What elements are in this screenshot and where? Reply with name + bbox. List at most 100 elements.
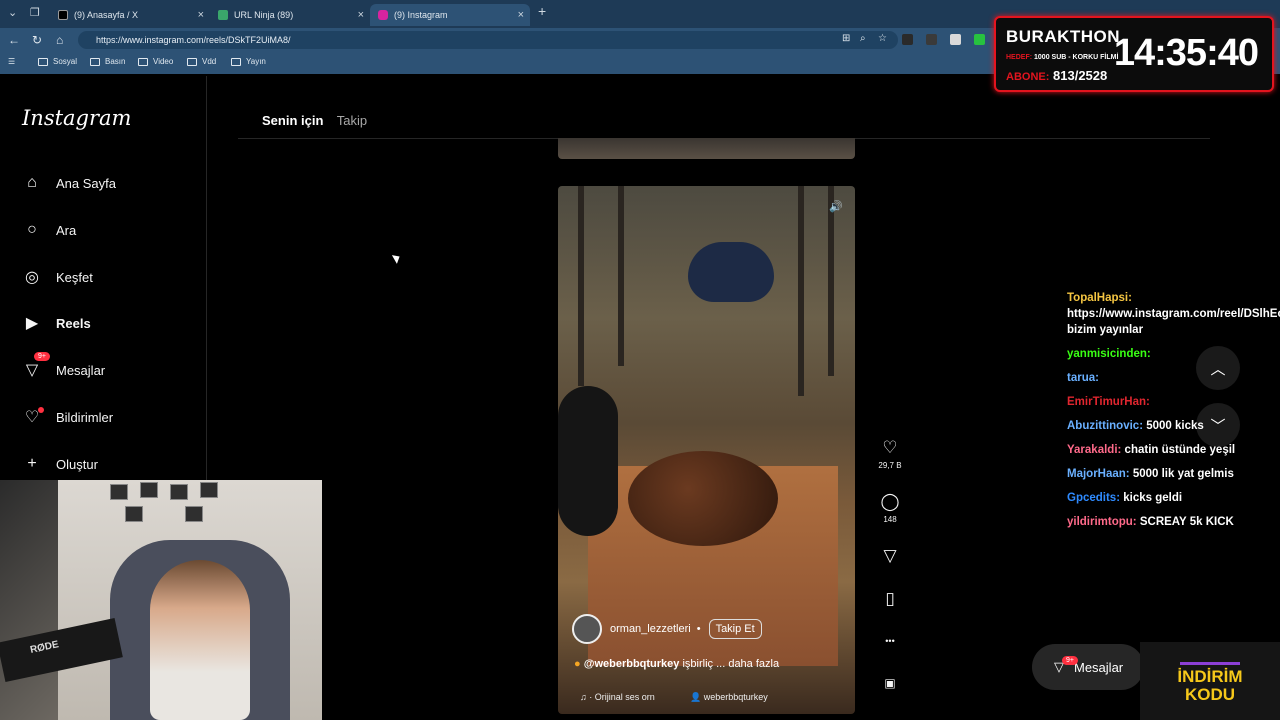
instagram-icon — [378, 10, 388, 20]
nav-messages[interactable]: ▽ Mesajlar 9+ — [22, 352, 106, 380]
chat-message: yildirimtopu: SCREAY 5k KICK — [1067, 514, 1267, 530]
picture-frame — [140, 482, 158, 498]
bookmark-label: Sosyal — [53, 57, 78, 66]
tab-instagram[interactable]: (9) Instagram × — [370, 4, 530, 26]
chat-text: kicks geldi — [1123, 492, 1183, 504]
tab-menu-icon[interactable]: ⌄ — [8, 6, 17, 19]
bookmark-folder[interactable]: Video — [138, 57, 173, 66]
subathon-timer: 14:35:40 — [1113, 32, 1259, 74]
url-input[interactable]: https://www.instagram.com/reels/DSkTF2Ui… — [78, 31, 898, 49]
collab-user[interactable]: @weberbbqturkey — [584, 658, 680, 670]
folder-icon — [231, 57, 241, 66]
chat-text: 5000 kicks — [1146, 420, 1204, 432]
bookmark-label: Basın — [105, 57, 126, 66]
tab-following[interactable]: Takip — [337, 113, 367, 128]
home-icon: ⌂ — [27, 174, 37, 191]
extension-icon[interactable] — [974, 34, 985, 45]
nav-label: Oluştur — [56, 456, 98, 472]
nav-label: Ara — [56, 222, 77, 238]
audio-thumbnail-icon[interactable]: ▣ — [872, 676, 908, 690]
chat-message: Abuzittinovic: 5000 kicks — [1067, 418, 1267, 434]
tab-title: (9) Instagram — [394, 10, 448, 20]
chat-username: Yarakaldi: — [1067, 444, 1125, 456]
close-tab-icon[interactable]: × — [198, 9, 204, 21]
subscriber-line: ABONE: 813/2528 — [1006, 68, 1107, 83]
tree — [578, 186, 584, 386]
more-options-icon[interactable]: ••• — [872, 636, 908, 646]
bookmarks-menu-icon[interactable]: ☰ — [8, 57, 15, 66]
save-bookmark-icon[interactable]: ▯ — [872, 589, 908, 609]
glove — [558, 386, 618, 536]
goal-label: HEDEF: — [1006, 54, 1033, 61]
extension-icon[interactable] — [950, 34, 961, 45]
bookmark-label: Vdd — [202, 57, 217, 66]
promo-line1: İNDİRİM — [1177, 667, 1243, 686]
favorite-star-icon[interactable]: ☆ — [878, 33, 887, 44]
messages-bar[interactable]: ▽ Mesajlar 9+ — [1032, 644, 1144, 690]
chat-username: EmirTimurHan: — [1067, 396, 1150, 408]
comment-button[interactable]: ◯ 148 — [872, 492, 908, 524]
zoom-icon[interactable]: ⌕ — [860, 33, 866, 44]
tab-for-you[interactable]: Senin için — [262, 113, 323, 128]
bookmark-folder[interactable]: Basın — [90, 57, 125, 66]
tab-x[interactable]: (9) Anasayfa / X × — [50, 4, 210, 26]
bookmark-label: Video — [153, 57, 174, 66]
chat-username: Gpcedits: — [1067, 492, 1124, 504]
nav-notifications[interactable]: ♡ Bildirimler — [22, 407, 113, 427]
instagram-logo[interactable]: Instagram — [22, 106, 131, 130]
reel-video[interactable]: 🔊 orman_lezzetleri • Takip Et ● @weberbb… — [558, 186, 855, 714]
reels-icon: ▶ — [25, 315, 39, 332]
grill — [688, 242, 774, 302]
close-tab-icon[interactable]: × — [358, 9, 364, 21]
chat-message: TopalHapsi: https://www.instagram.com/re… — [1067, 290, 1280, 338]
nav-label: Keşfet — [56, 269, 93, 285]
new-tab-button[interactable]: + — [538, 3, 546, 19]
tagged-user[interactable]: 👤 weberbbqturkey — [690, 692, 768, 703]
chat-text: chatin üstünde yeşil — [1124, 444, 1236, 456]
chat-username: MajorHaan: — [1067, 468, 1133, 480]
avatar[interactable] — [572, 614, 602, 644]
back-icon[interactable]: ← — [8, 33, 20, 47]
workspaces-icon[interactable]: ❐ — [30, 6, 40, 19]
close-tab-icon[interactable]: × — [518, 9, 524, 21]
person-icon: 👤 — [690, 692, 702, 702]
refresh-icon[interactable]: ↻ — [32, 33, 42, 47]
extension-icon[interactable] — [902, 34, 913, 45]
previous-reel[interactable] — [558, 138, 855, 159]
messenger-icon: ▽ — [25, 362, 39, 379]
like-button[interactable]: ♡ 29,7 B — [872, 438, 908, 470]
folder-icon — [138, 57, 148, 66]
home-icon[interactable]: ⌂ — [56, 33, 63, 47]
chat-username: tarua: — [1067, 372, 1099, 384]
messages-bar-label: Mesajlar — [1074, 659, 1124, 675]
nav-home[interactable]: ⌂ Ana Sayfa — [22, 173, 116, 193]
username[interactable]: orman_lezzetleri — [610, 623, 691, 635]
share-button[interactable]: ▽ — [872, 546, 908, 566]
bookmark-folder[interactable]: Sosyal — [38, 57, 77, 66]
search-icon: ○ — [27, 221, 37, 238]
extension-icon[interactable] — [926, 34, 937, 45]
nav-reels[interactable]: ▶ Reels — [22, 313, 91, 333]
subscriber-count: 813/2528 — [1053, 68, 1108, 83]
bookmark-folder[interactable]: Yayın — [231, 57, 266, 66]
app-icon[interactable]: ⊞ — [842, 33, 850, 44]
tab-title: (9) Anasayfa / X — [74, 10, 139, 20]
nav-explore[interactable]: ◎ Keşfet — [22, 267, 93, 287]
promo-line2: KODU — [1184, 685, 1236, 704]
nav-search[interactable]: ○ Ara — [22, 220, 76, 240]
stream-chat: TopalHapsi: https://www.instagram.com/re… — [1067, 290, 1280, 538]
folder-icon — [187, 57, 197, 66]
nav-label: Mesajlar — [56, 362, 106, 378]
plus-icon: + — [27, 455, 37, 472]
separator-dot: • — [696, 623, 701, 635]
streamer — [150, 560, 250, 720]
audio-info[interactable]: ♫ · Orijinal ses orn — [580, 692, 655, 702]
bookmark-folder[interactable]: Vdd — [187, 57, 216, 66]
tab-url-ninja[interactable]: URL Ninja (89) × — [210, 4, 370, 26]
volume-icon[interactable]: 🔊 — [829, 200, 843, 213]
collab-caption[interactable]: ● @weberbbqturkey işbirliç ... daha fazl… — [574, 658, 779, 670]
accent-bar — [1180, 662, 1240, 665]
chat-text: 5000 lik yat gelmis — [1132, 468, 1234, 480]
follow-button[interactable]: Takip Et — [708, 619, 762, 639]
nav-create[interactable]: + Oluştur — [22, 454, 98, 474]
